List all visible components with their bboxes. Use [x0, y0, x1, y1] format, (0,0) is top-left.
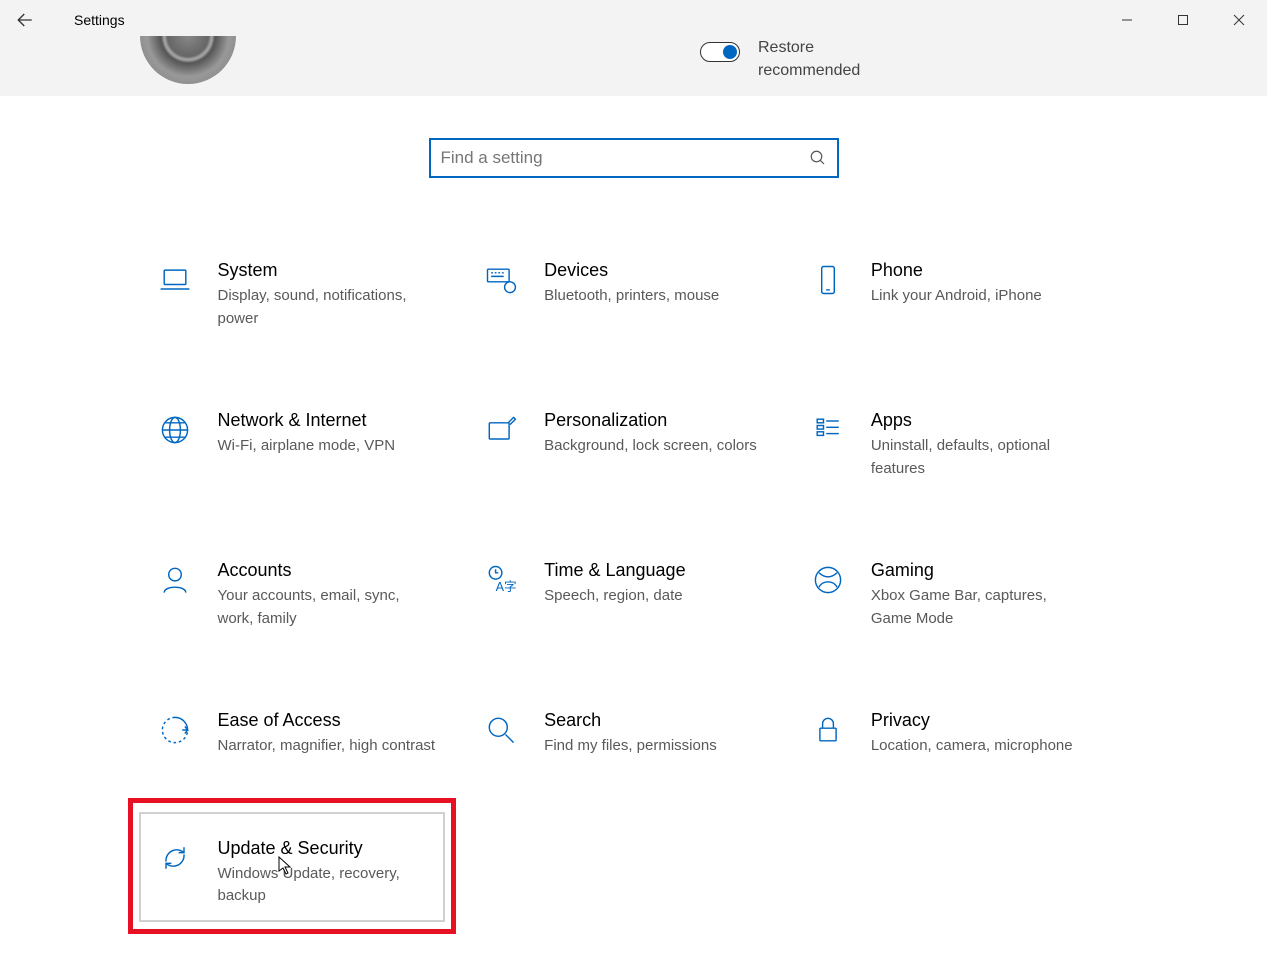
restore-toggle[interactable] [700, 42, 740, 62]
back-button[interactable] [0, 0, 50, 40]
tile-title: Search [544, 710, 717, 731]
tile-title: Apps [871, 410, 1091, 431]
tile-desc: Link your Android, iPhone [871, 285, 1042, 308]
close-button[interactable] [1211, 0, 1267, 40]
tile-privacy[interactable]: Privacy Location, camera, microphone [807, 706, 1124, 762]
tile-title: Gaming [871, 560, 1091, 581]
tile-title: System [218, 260, 438, 281]
window-controls [1099, 0, 1267, 40]
tile-title: Time & Language [544, 560, 685, 581]
title-bar: Settings [0, 0, 1267, 40]
search-box[interactable] [429, 138, 839, 178]
tile-accounts[interactable]: Accounts Your accounts, email, sync, wor… [154, 556, 471, 634]
tile-devices[interactable]: Devices Bluetooth, printers, mouse [480, 256, 797, 334]
tile-ease[interactable]: Ease of Access Narrator, magnifier, high… [154, 706, 471, 762]
tile-desc: Windows Update, recovery, backup [218, 863, 438, 908]
tile-gaming[interactable]: Gaming Xbox Game Bar, captures, Game Mod… [807, 556, 1124, 634]
search-icon [809, 149, 827, 167]
tile-desc: Display, sound, notifications, power [218, 285, 438, 330]
tile-title: Personalization [544, 410, 757, 431]
ease-of-access-icon [154, 712, 196, 754]
phone-icon [807, 262, 849, 304]
tile-title: Devices [544, 260, 719, 281]
tile-time[interactable]: A字 Time & Language Speech, region, date [480, 556, 797, 634]
laptop-icon [154, 262, 196, 304]
magnifier-icon [480, 712, 522, 754]
tile-personalization[interactable]: Personalization Background, lock screen,… [480, 406, 797, 484]
tile-title: Accounts [218, 560, 438, 581]
tile-update[interactable]: Update & Security Windows Update, recove… [154, 834, 471, 912]
paint-icon [480, 412, 522, 454]
tile-desc: Background, lock screen, colors [544, 435, 757, 458]
tile-apps[interactable]: Apps Uninstall, defaults, optional featu… [807, 406, 1124, 484]
tile-desc: Find my files, permissions [544, 735, 717, 758]
update-icon [154, 840, 196, 882]
tile-desc: Bluetooth, printers, mouse [544, 285, 719, 308]
restore-toggle-group: Restore recommended [700, 36, 860, 82]
svg-text:A字: A字 [496, 580, 517, 594]
maximize-button[interactable] [1155, 0, 1211, 40]
toggle-knob [723, 45, 737, 59]
settings-grid: System Display, sound, notifications, po… [144, 256, 1124, 912]
search-input[interactable] [441, 148, 809, 168]
tile-desc: Uninstall, defaults, optional features [871, 435, 1091, 480]
time-language-icon: A字 [480, 562, 522, 604]
restore-line-1: Restore [758, 39, 814, 56]
window-title: Settings [50, 12, 125, 28]
tile-desc: Your accounts, email, sync, work, family [218, 585, 438, 630]
person-icon [154, 562, 196, 604]
tile-search[interactable]: Search Find my files, permissions [480, 706, 797, 762]
lock-icon [807, 712, 849, 754]
tile-desc: Xbox Game Bar, captures, Game Mode [871, 585, 1091, 630]
restore-label: Restore recommended [758, 36, 860, 82]
tile-desc: Narrator, magnifier, high contrast [218, 735, 436, 758]
tile-desc: Wi-Fi, airplane mode, VPN [218, 435, 396, 458]
tile-network[interactable]: Network & Internet Wi-Fi, airplane mode,… [154, 406, 471, 484]
tile-title: Privacy [871, 710, 1073, 731]
tile-desc: Location, camera, microphone [871, 735, 1073, 758]
restore-line-2: recommended [758, 62, 860, 79]
avatar [140, 36, 236, 84]
tile-title: Ease of Access [218, 710, 436, 731]
globe-icon [154, 412, 196, 454]
tile-title: Phone [871, 260, 1042, 281]
tile-desc: Speech, region, date [544, 585, 685, 608]
tile-system[interactable]: System Display, sound, notifications, po… [154, 256, 471, 334]
banner: Restore recommended [0, 40, 1267, 96]
minimize-button[interactable] [1099, 0, 1155, 40]
apps-icon [807, 412, 849, 454]
xbox-icon [807, 562, 849, 604]
search-container [0, 138, 1267, 178]
tile-phone[interactable]: Phone Link your Android, iPhone [807, 256, 1124, 334]
tile-title: Update & Security [218, 838, 438, 859]
tile-title: Network & Internet [218, 410, 396, 431]
keyboard-icon [480, 262, 522, 304]
